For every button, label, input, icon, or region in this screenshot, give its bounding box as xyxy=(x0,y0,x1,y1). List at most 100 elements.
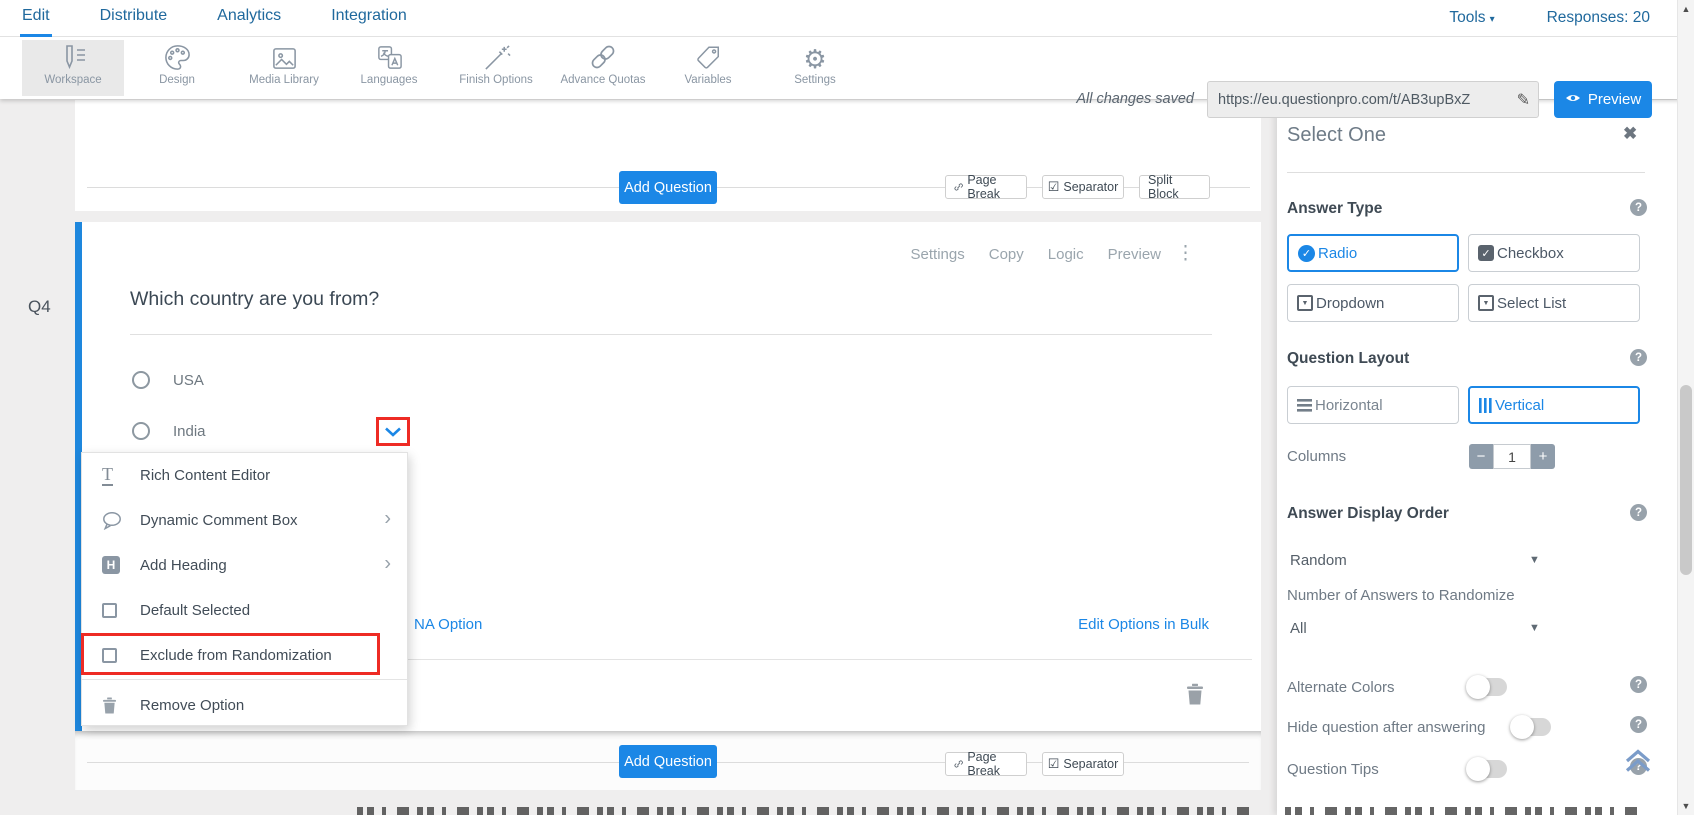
question-actions: Settings Copy Logic Preview xyxy=(911,246,1161,263)
question-logic-link[interactable]: Logic xyxy=(1048,246,1084,263)
question-copy-link[interactable]: Copy xyxy=(989,246,1024,263)
layout-vertical[interactable]: Vertical xyxy=(1468,386,1640,424)
separator-button-top[interactable]: Separator xyxy=(1042,175,1124,199)
broken-link-icon xyxy=(954,760,963,768)
answer-type-select-list[interactable]: Select List xyxy=(1468,284,1640,322)
menu-item-rich-content-editor[interactable]: T Rich Content Editor xyxy=(82,453,407,497)
tab-integration[interactable]: Integration xyxy=(329,0,409,37)
toolbar-item-workspace[interactable]: Workspace xyxy=(21,41,125,86)
responses-link[interactable]: Responses: 20 xyxy=(1547,9,1650,27)
menu-item-exclude-from-randomization[interactable]: Exclude from Randomization xyxy=(82,633,407,677)
layout-horizontal[interactable]: Horizontal xyxy=(1287,386,1459,424)
delete-question-icon[interactable] xyxy=(1186,683,1204,710)
radio-selected-icon xyxy=(1298,244,1315,262)
menu-item-remove-option[interactable]: Remove Option xyxy=(82,683,407,727)
scroll-up-arrow[interactable] xyxy=(1678,4,1694,14)
tab-distribute[interactable]: Distribute xyxy=(98,0,170,37)
page-break-button-top[interactable]: Page Break xyxy=(945,173,1027,201)
panel-title: Select One xyxy=(1287,124,1386,146)
question-preview-link[interactable]: Preview xyxy=(1108,246,1161,263)
help-icon[interactable] xyxy=(1630,504,1647,521)
kebab-menu-icon[interactable] xyxy=(1176,242,1195,265)
question-settings-link[interactable]: Settings xyxy=(911,246,965,263)
broken-link-icon xyxy=(954,183,963,191)
heading-icon: H xyxy=(102,556,128,574)
chain-links-icon xyxy=(588,41,618,72)
option-label-usa[interactable]: USA xyxy=(173,372,204,389)
checkbox-icon xyxy=(1478,245,1494,261)
checkbox-unchecked-icon[interactable] xyxy=(102,647,128,663)
close-icon[interactable] xyxy=(1623,124,1637,144)
toolbar-item-settings[interactable]: ⚙ Settings xyxy=(763,41,867,86)
radio-option-india[interactable] xyxy=(132,422,150,440)
hide-question-toggle[interactable] xyxy=(1510,715,1551,739)
decrement-button[interactable] xyxy=(1469,444,1493,469)
media-library-icon xyxy=(270,41,299,72)
help-icon[interactable] xyxy=(1630,199,1647,216)
scroll-down-arrow[interactable] xyxy=(1678,801,1694,811)
hide-question-label: Hide question after answering xyxy=(1287,719,1486,736)
option-context-menu: T Rich Content Editor Dynamic Comment Bo… xyxy=(81,452,408,726)
scroll-to-top-icon[interactable] xyxy=(1623,746,1653,781)
tag-icon xyxy=(694,41,722,72)
chevron-down-icon xyxy=(385,427,401,437)
answer-type-checkbox[interactable]: Checkbox xyxy=(1468,234,1640,272)
question-title[interactable]: Which country are you from? xyxy=(130,288,379,311)
answer-type-dropdown[interactable]: Dropdown xyxy=(1287,284,1459,322)
columns-value[interactable]: 1 xyxy=(1493,444,1531,469)
radio-option-usa[interactable] xyxy=(132,371,150,389)
top-nav-tabs: Edit Distribute Analytics Integration xyxy=(20,0,409,37)
menu-item-default-selected[interactable]: Default Selected xyxy=(82,588,407,632)
toolbar-item-advance-quotas[interactable]: Advance Quotas xyxy=(551,41,655,86)
languages-icon xyxy=(375,41,404,72)
rich-text-icon: T xyxy=(102,463,113,486)
option-menu-chevron-highlight[interactable] xyxy=(376,417,410,446)
divider xyxy=(82,679,407,680)
separator-button-bottom[interactable]: Separator xyxy=(1042,752,1124,776)
scrollbar-thumb[interactable] xyxy=(1680,385,1692,575)
menu-item-add-heading[interactable]: H Add Heading xyxy=(82,543,407,587)
checkbox-unchecked-icon[interactable] xyxy=(102,602,128,618)
toolbar-item-languages[interactable]: Languages xyxy=(337,41,441,86)
alternate-colors-label: Alternate Colors xyxy=(1287,679,1395,696)
add-question-button-top[interactable]: Add Question xyxy=(619,171,717,204)
page-scrollbar[interactable] xyxy=(1677,0,1694,815)
edit-options-in-bulk-link[interactable]: Edit Options in Bulk xyxy=(1078,616,1209,633)
toolbar-item-media-library[interactable]: Media Library xyxy=(232,41,336,86)
add-question-button-bottom[interactable]: Add Question xyxy=(619,745,717,778)
na-option-link[interactable]: NA Option xyxy=(414,616,482,633)
toolbar-item-finish-options[interactable]: Finish Options xyxy=(444,41,548,86)
tools-menu[interactable]: Tools ▾ xyxy=(1449,9,1494,27)
question-number: Q4 xyxy=(28,297,51,316)
split-block-button[interactable]: Split Block xyxy=(1139,173,1210,201)
help-icon[interactable] xyxy=(1630,676,1647,693)
help-icon[interactable] xyxy=(1630,716,1647,733)
display-order-select[interactable]: Random xyxy=(1290,552,1347,569)
top-nav: Edit Distribute Analytics Integration To… xyxy=(0,0,1694,37)
tab-edit[interactable]: Edit xyxy=(20,0,52,37)
help-icon[interactable] xyxy=(1630,349,1647,366)
survey-url-field[interactable]: https://eu.questionpro.com/t/AB3upBxZ ✎ xyxy=(1207,81,1539,118)
answer-type-radio[interactable]: Radio xyxy=(1287,234,1459,272)
option-label-india[interactable]: India xyxy=(173,423,206,440)
submenu-chevron-icon xyxy=(384,508,391,528)
edit-url-icon[interactable]: ✎ xyxy=(1509,90,1538,110)
questionpro-edit-screen: Edit Distribute Analytics Integration To… xyxy=(0,0,1694,815)
alternate-colors-toggle[interactable] xyxy=(1466,675,1507,699)
caret-down-icon[interactable] xyxy=(1529,622,1540,634)
top-nav-right: Tools ▾ Responses: 20 xyxy=(1449,0,1650,36)
tab-analytics[interactable]: Analytics xyxy=(215,0,283,37)
menu-item-dynamic-comment-box[interactable]: Dynamic Comment Box xyxy=(82,498,407,542)
comment-bubble-icon xyxy=(102,511,128,530)
gear-icon: ⚙ xyxy=(803,44,827,74)
page-break-button-bottom[interactable]: Page Break xyxy=(945,750,1027,778)
toolbar-item-design[interactable]: Design xyxy=(125,41,229,86)
question-settings-panel: Select One Answer Type Radio Checkbox Dr… xyxy=(1277,100,1677,815)
caret-down-icon[interactable] xyxy=(1529,554,1540,566)
randomize-count-select[interactable]: All xyxy=(1290,620,1307,637)
trash-icon xyxy=(102,697,128,714)
preview-button[interactable]: Preview xyxy=(1554,81,1652,118)
question-tips-toggle[interactable] xyxy=(1466,757,1507,781)
increment-button[interactable] xyxy=(1531,444,1555,469)
toolbar-item-variables[interactable]: Variables xyxy=(656,41,760,86)
